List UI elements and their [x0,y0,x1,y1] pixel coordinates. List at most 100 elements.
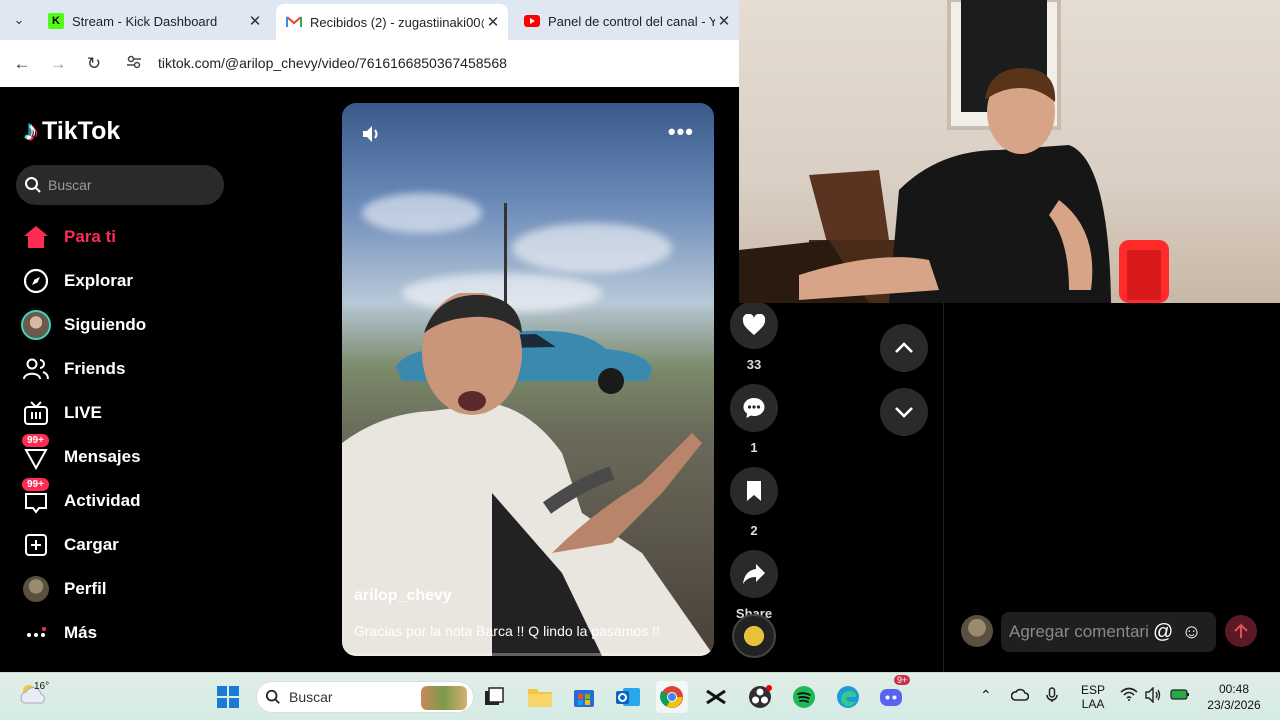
sidebar-item-label: Más [64,623,98,642]
taskbar-search[interactable]: Buscar [256,681,474,713]
tiktok-note-icon: ♪ [24,115,38,146]
activity-icon: 99+ [20,478,52,517]
search-box[interactable] [16,165,224,205]
language-indicator[interactable]: ESP LAA [1080,683,1106,711]
emoji-icon[interactable]: ☺ [1181,621,1201,644]
show-hidden-icons-chevron-icon[interactable]: ⌃ [980,687,992,704]
volume-icon[interactable] [360,123,382,150]
arrow-up-icon [1234,623,1248,638]
comment-box[interactable]: @ ☺ [1001,612,1216,652]
action-rail: 33 1 2 Share [730,301,778,633]
task-view-icon[interactable] [478,681,510,713]
like-button[interactable] [730,301,778,349]
sidebar-nav: Para ti Explorar Siguiendo Friends LIVE [20,215,240,655]
save-action: 2 [730,467,778,538]
commenter-avatar [961,615,993,647]
windows-start-icon[interactable] [212,681,244,713]
comment-button[interactable] [730,384,778,432]
sidebar-item-perfil[interactable]: Perfil [20,567,240,611]
tab-title: Panel de control del canal - You [548,13,715,29]
sidebar-item-label: Siguiendo [64,315,147,334]
sidebar-item-mensajes[interactable]: 99+ Mensajes [20,434,240,479]
kick-icon: K [48,13,64,29]
sidebar-item-actividad[interactable]: 99+ Actividad [20,478,240,523]
tab-youtube[interactable]: Panel de control del canal - You ✕ [514,6,739,36]
share-button[interactable] [730,550,778,598]
sidebar-item-friends[interactable]: Friends [20,347,240,391]
upload-icon [20,529,52,561]
next-video-button[interactable] [880,388,928,436]
tab-bar: ⌄ K Stream - Kick Dashboard ✕ Recibidos … [0,0,739,40]
like-count: 33 [746,357,762,372]
sidebar-item-siguiendo[interactable]: Siguiendo [20,303,240,347]
sidebar-item-para-ti[interactable]: Para ti [20,215,240,259]
comment-icon [743,398,765,418]
tab-title: Stream - Kick Dashboard [72,13,218,29]
heart-icon [742,314,766,335]
sidebar-item-label: Para ti [64,227,116,246]
sidebar-item-label: Cargar [64,535,119,554]
comment-input[interactable] [1009,622,1149,642]
microphone-icon[interactable] [1046,687,1058,706]
volume-icon[interactable] [1144,686,1162,706]
cloud-sync-icon[interactable] [1010,687,1030,704]
windows-taskbar: 16° Buscar 9+ ⌃ ESP LAA 00:48 23/3/2026 [0,672,1280,720]
back-arrow-icon[interactable]: ← [10,52,34,76]
live-icon [20,397,52,429]
previous-video-button[interactable] [880,324,928,372]
wifi-icon[interactable] [1120,687,1138,704]
music-disc[interactable] [732,614,776,658]
messages-icon: 99+ [20,434,52,473]
spotify-icon[interactable] [788,681,820,713]
system-clock[interactable]: 00:48 23/3/2026 [1203,681,1265,713]
close-icon[interactable]: ✕ [246,12,264,30]
sidebar-item-label: Mensajes [64,447,141,466]
taskbar-search-label: Buscar [289,689,333,705]
bookmark-icon [747,481,761,501]
notification-badge: 9+ [894,675,911,685]
chevron-up-icon [895,342,913,353]
tab-title: Recibidos (2) - zugastiinaki00@ [310,14,484,30]
sidebar-item-mas[interactable]: Más [20,611,240,655]
browser-toolbar: ← → ↻ tiktok.com/@arilop_chevy/video/761… [0,40,758,87]
obs-icon[interactable] [744,681,776,713]
forward-arrow-icon[interactable]: → [46,52,70,76]
sidebar-item-live[interactable]: LIVE [20,391,240,435]
capcut-icon[interactable] [700,681,732,713]
video-progress-bar[interactable] [342,653,714,656]
youtube-icon [524,13,540,29]
video-username[interactable]: arilop_chevy [354,587,452,605]
address-bar[interactable]: tiktok.com/@arilop_chevy/video/761616685… [118,46,758,80]
mention-icon[interactable]: @ [1153,621,1173,644]
video-player[interactable]: ••• arilop_chevy Gracias por la nota Bar… [342,103,714,656]
search-icon [265,689,280,704]
tiktok-logo[interactable]: ♪ TikTok [24,115,120,147]
logo-text: TikTok [42,116,121,145]
tab-gmail[interactable]: Recibidos (2) - zugastiinaki00@ ✕ [276,4,508,40]
more-options-icon[interactable]: ••• [668,121,694,143]
tab-kick[interactable]: K Stream - Kick Dashboard ✕ [38,6,270,36]
following-avatar [20,309,52,341]
chrome-icon[interactable] [656,681,688,713]
clock-date: 23/3/2026 [1207,698,1261,712]
site-settings-icon[interactable] [126,54,148,73]
browser-chrome: ⌄ K Stream - Kick Dashboard ✕ Recibidos … [0,0,758,87]
sidebar-item-explorar[interactable]: Explorar [20,259,240,303]
battery-icon[interactable] [1170,687,1190,704]
reload-icon[interactable]: ↻ [82,52,106,76]
close-icon[interactable]: ✕ [715,12,733,30]
edge-icon[interactable] [832,681,864,713]
weather-widget[interactable]: 16° [18,681,49,712]
file-explorer-icon[interactable] [524,681,556,713]
save-button[interactable] [730,467,778,515]
search-input[interactable] [48,177,208,193]
post-comment-button[interactable] [1225,615,1257,647]
outlook-icon[interactable] [612,681,644,713]
share-icon [743,564,765,584]
discord-icon[interactable]: 9+ [876,675,911,713]
tab-list-button[interactable]: ⌄ [8,9,30,31]
close-icon[interactable]: ✕ [484,13,502,31]
clock-time: 00:48 [1218,682,1250,696]
sidebar-item-cargar[interactable]: Cargar [20,523,240,567]
microsoft-store-icon[interactable] [568,681,600,713]
